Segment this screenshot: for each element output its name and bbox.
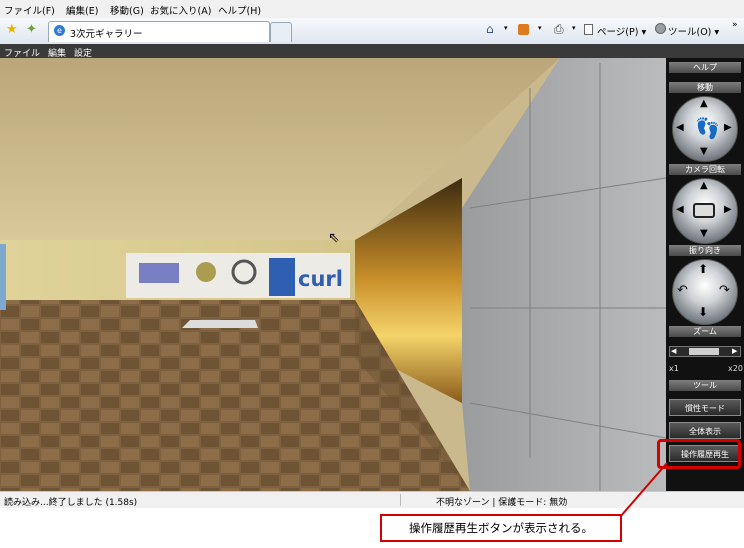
zoom-in-icon[interactable]: ▶ [732, 347, 737, 355]
menu-favorites[interactable]: お気に入り(A) [150, 3, 211, 17]
tools-header: ツール [669, 380, 741, 391]
browser-command-bar: ★ ✦ e 3次元ギャラリー ⌂ ▾ ▾ ⎙ ▾ ページ(P) ▾ ツール(O)… [0, 18, 744, 45]
gallery-3d-viewport[interactable]: curl ⇖ [0, 58, 666, 491]
help-header[interactable]: ヘルプ [669, 62, 741, 73]
menu-edit[interactable]: 編集(E) [66, 3, 98, 17]
zoom-slider[interactable]: ◀ ▶ [669, 346, 741, 357]
show-all-button[interactable]: 全体表示 [669, 422, 741, 439]
zoom-header: ズーム [669, 326, 741, 337]
toolbar-chevron-icon[interactable]: » [732, 20, 738, 30]
browser-menubar: ファイル(F) 編集(E) 移動(G) お気に入り(A) ヘルプ(H) [0, 0, 744, 18]
turn-down-icon[interactable]: ⬇ [698, 305, 708, 319]
direction-header: 振り向き [669, 245, 741, 256]
menu-file[interactable]: ファイル(F) [4, 3, 55, 17]
add-favorite-icon[interactable]: ✦ [26, 22, 37, 37]
arrow-left-icon[interactable]: ◀ [676, 122, 684, 133]
turn-right-icon[interactable]: ↷ [719, 283, 730, 298]
page-menu[interactable]: ページ(P) ▾ [597, 24, 646, 38]
callout-pointer [619, 462, 668, 518]
camera-header: カメラ回転 [669, 164, 741, 175]
tab-title: 3次元ギャラリー [70, 29, 143, 40]
zoom-max-label: x20 [728, 364, 743, 373]
move-header: 移動 [669, 82, 741, 93]
feeds-dropdown-icon[interactable]: ▾ [538, 24, 542, 32]
menu-help[interactable]: ヘルプ(H) [218, 3, 261, 17]
turn-left-icon[interactable]: ↶ [677, 283, 688, 298]
favorites-star-icon[interactable]: ★ [6, 22, 18, 37]
tools-menu[interactable]: ツール(O) ▾ [668, 24, 719, 38]
feeds-icon[interactable] [518, 24, 529, 35]
turn-up-icon[interactable]: ⬆ [698, 262, 708, 276]
status-loaded-text: 読み込み...終了しました (1.58s) [4, 498, 138, 508]
print-dropdown-icon[interactable]: ▾ [572, 24, 576, 32]
move-control-pad[interactable]: ▲ ▼ ◀ ▶ 👣 [672, 96, 738, 162]
camera-icon [693, 203, 715, 218]
status-divider [400, 494, 401, 506]
direction-control-pad[interactable]: ⬆ ⬇ ↶ ↷ [672, 259, 738, 325]
gear-icon [655, 23, 666, 34]
zoom-out-icon[interactable]: ◀ [671, 347, 676, 355]
inertia-mode-button[interactable]: 慣性モード [669, 399, 741, 416]
home-dropdown-icon[interactable]: ▾ [504, 24, 508, 32]
curl-logo: curl [298, 267, 343, 291]
arrow-right-icon[interactable]: ▶ [724, 122, 732, 133]
camera-right-icon[interactable]: ▶ [724, 204, 732, 215]
mouse-cursor-icon: ⇖ [328, 230, 340, 246]
arrow-up-icon[interactable]: ▲ [700, 98, 708, 109]
page-icon [584, 24, 593, 35]
camera-left-icon[interactable]: ◀ [676, 204, 684, 215]
status-zone-text: 不明なゾーン | 保護モード: 無効 [436, 498, 568, 508]
footprints-icon: 👣 [695, 116, 720, 140]
zoom-slider-thumb[interactable] [689, 348, 719, 355]
menu-go[interactable]: 移動(G) [110, 3, 144, 17]
annotation-callout: 操作履歴再生ボタンが表示される。 [380, 514, 622, 542]
arrow-down-icon[interactable]: ▼ [700, 146, 708, 157]
zoom-min-label: x1 [669, 364, 679, 373]
navigation-panel: ヘルプ 移動 ▲ ▼ ◀ ▶ 👣 カメラ回転 ▲ ▼ ◀ ▶ 振り向き ⬆ ⬇ … [666, 58, 744, 491]
print-icon[interactable]: ⎙ [554, 22, 564, 37]
camera-down-icon[interactable]: ▼ [700, 228, 708, 239]
home-icon[interactable]: ⌂ [486, 22, 494, 36]
camera-control-pad[interactable]: ▲ ▼ ◀ ▶ [672, 178, 738, 244]
ie-page-icon: e [54, 25, 65, 36]
new-tab-button[interactable] [270, 22, 292, 42]
app-menubar: ファイル 編集 設定 [0, 44, 744, 59]
camera-up-icon[interactable]: ▲ [700, 180, 708, 191]
browser-tab[interactable]: e 3次元ギャラリー [48, 21, 270, 42]
